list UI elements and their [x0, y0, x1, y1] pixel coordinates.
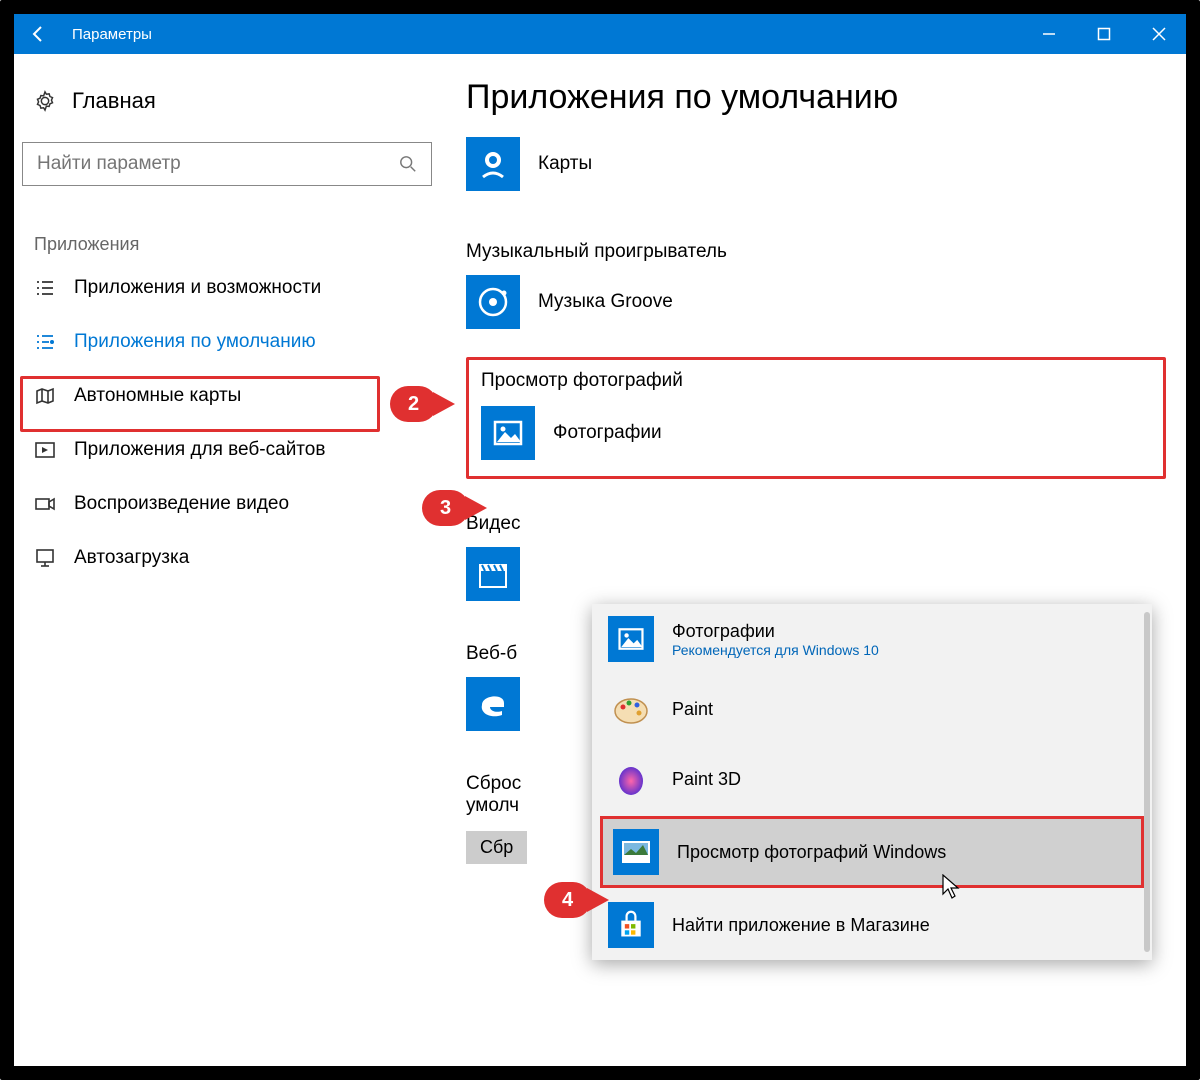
windows-photo-viewer-icon: [613, 829, 659, 875]
flyout-item-name: Paint 3D: [672, 769, 741, 790]
video-group-label-cut: Видес: [466, 513, 1166, 535]
app-picker-flyout: Фотографии Рекомендуется для Windows 10 …: [592, 604, 1152, 960]
maps-app-name: Карты: [538, 153, 592, 175]
flyout-item-name: Просмотр фотографий Windows: [677, 842, 946, 863]
default-apps-icon: [34, 331, 56, 353]
music-app-row[interactable]: Музыка Groove: [466, 273, 1166, 331]
annotation-pill-2: 2: [390, 386, 437, 422]
nav-item-startup[interactable]: Автозагрузка: [22, 531, 446, 585]
home-button[interactable]: Главная: [22, 78, 446, 124]
nav-label: Приложения по умолчанию: [74, 331, 316, 353]
nav-item-apps-features[interactable]: Приложения и возможности: [22, 261, 446, 315]
photo-group-label: Просмотр фотографий: [481, 370, 1151, 392]
photos-icon: [481, 406, 535, 460]
minimize-button[interactable]: [1021, 14, 1076, 54]
maps-app-row[interactable]: Карты: [466, 135, 1166, 193]
video-app-row[interactable]: [466, 545, 1166, 603]
nav-item-video-playback[interactable]: Воспроизведение видео: [22, 477, 446, 531]
store-icon: [608, 902, 654, 948]
groove-music-icon: [466, 275, 520, 329]
search-box[interactable]: [22, 142, 432, 186]
photo-viewer-section: Просмотр фотографий Фотографии: [466, 357, 1166, 479]
flyout-item-sub: Рекомендуется для Windows 10: [672, 642, 879, 658]
flyout-item-name: Paint: [672, 699, 713, 720]
flyout-item-paint[interactable]: Paint: [592, 674, 1152, 744]
paint-3d-icon: [608, 756, 654, 802]
titlebar: Параметры: [14, 14, 1186, 54]
music-group-label: Музыкальный проигрыватель: [466, 241, 1166, 263]
sidebar-section-label: Приложения: [22, 234, 446, 261]
nav-item-offline-maps[interactable]: Автономные карты: [22, 369, 446, 423]
reset-button[interactable]: Сбр: [466, 831, 527, 864]
flyout-item-store[interactable]: Найти приложение в Магазине: [592, 890, 1152, 960]
nav-label: Автономные карты: [74, 385, 241, 407]
page-title: Приложения по умолчанию: [466, 78, 1166, 117]
flyout-item-paint3d[interactable]: Paint 3D: [592, 744, 1152, 814]
edge-icon: [466, 677, 520, 731]
sidebar: Главная Приложения Приложения и возможно…: [14, 54, 454, 1066]
nav-item-default-apps[interactable]: Приложения по умолчанию: [22, 315, 446, 369]
maximize-button[interactable]: [1076, 14, 1131, 54]
startup-icon: [34, 547, 56, 569]
flyout-item-name: Фотографии: [672, 621, 879, 642]
movies-tv-icon: [466, 547, 520, 601]
flyout-item-windows-photo-viewer[interactable]: Просмотр фотографий Windows: [600, 816, 1144, 888]
nav-label: Автозагрузка: [74, 547, 189, 569]
flyout-item-photos[interactable]: Фотографии Рекомендуется для Windows 10: [592, 604, 1152, 674]
nav-label: Воспроизведение видео: [74, 493, 289, 515]
list-icon: [34, 277, 56, 299]
photos-icon: [608, 616, 654, 662]
website-apps-icon: [34, 439, 56, 461]
flyout-item-name: Найти приложение в Магазине: [672, 915, 930, 936]
nav-item-website-apps[interactable]: Приложения для веб-сайтов: [22, 423, 446, 477]
home-label: Главная: [72, 88, 156, 114]
back-button[interactable]: [14, 14, 64, 54]
search-input[interactable]: [37, 153, 399, 175]
window-title: Параметры: [64, 26, 1021, 43]
search-icon: [399, 155, 417, 173]
maps-icon: [466, 137, 520, 191]
close-button[interactable]: [1131, 14, 1186, 54]
annotation-pill-3: 3: [422, 490, 469, 526]
annotation-pill-4: 4: [544, 882, 591, 918]
nav-label: Приложения для веб-сайтов: [74, 439, 325, 461]
photo-app-row[interactable]: Фотографии: [481, 404, 1151, 462]
music-app-name: Музыка Groove: [538, 291, 673, 313]
photo-app-name: Фотографии: [553, 422, 662, 444]
paint-icon: [608, 686, 654, 732]
map-icon: [34, 385, 56, 407]
nav-label: Приложения и возможности: [74, 277, 321, 299]
flyout-scrollbar[interactable]: [1144, 612, 1150, 952]
video-icon: [34, 493, 56, 515]
gear-icon: [34, 90, 56, 112]
